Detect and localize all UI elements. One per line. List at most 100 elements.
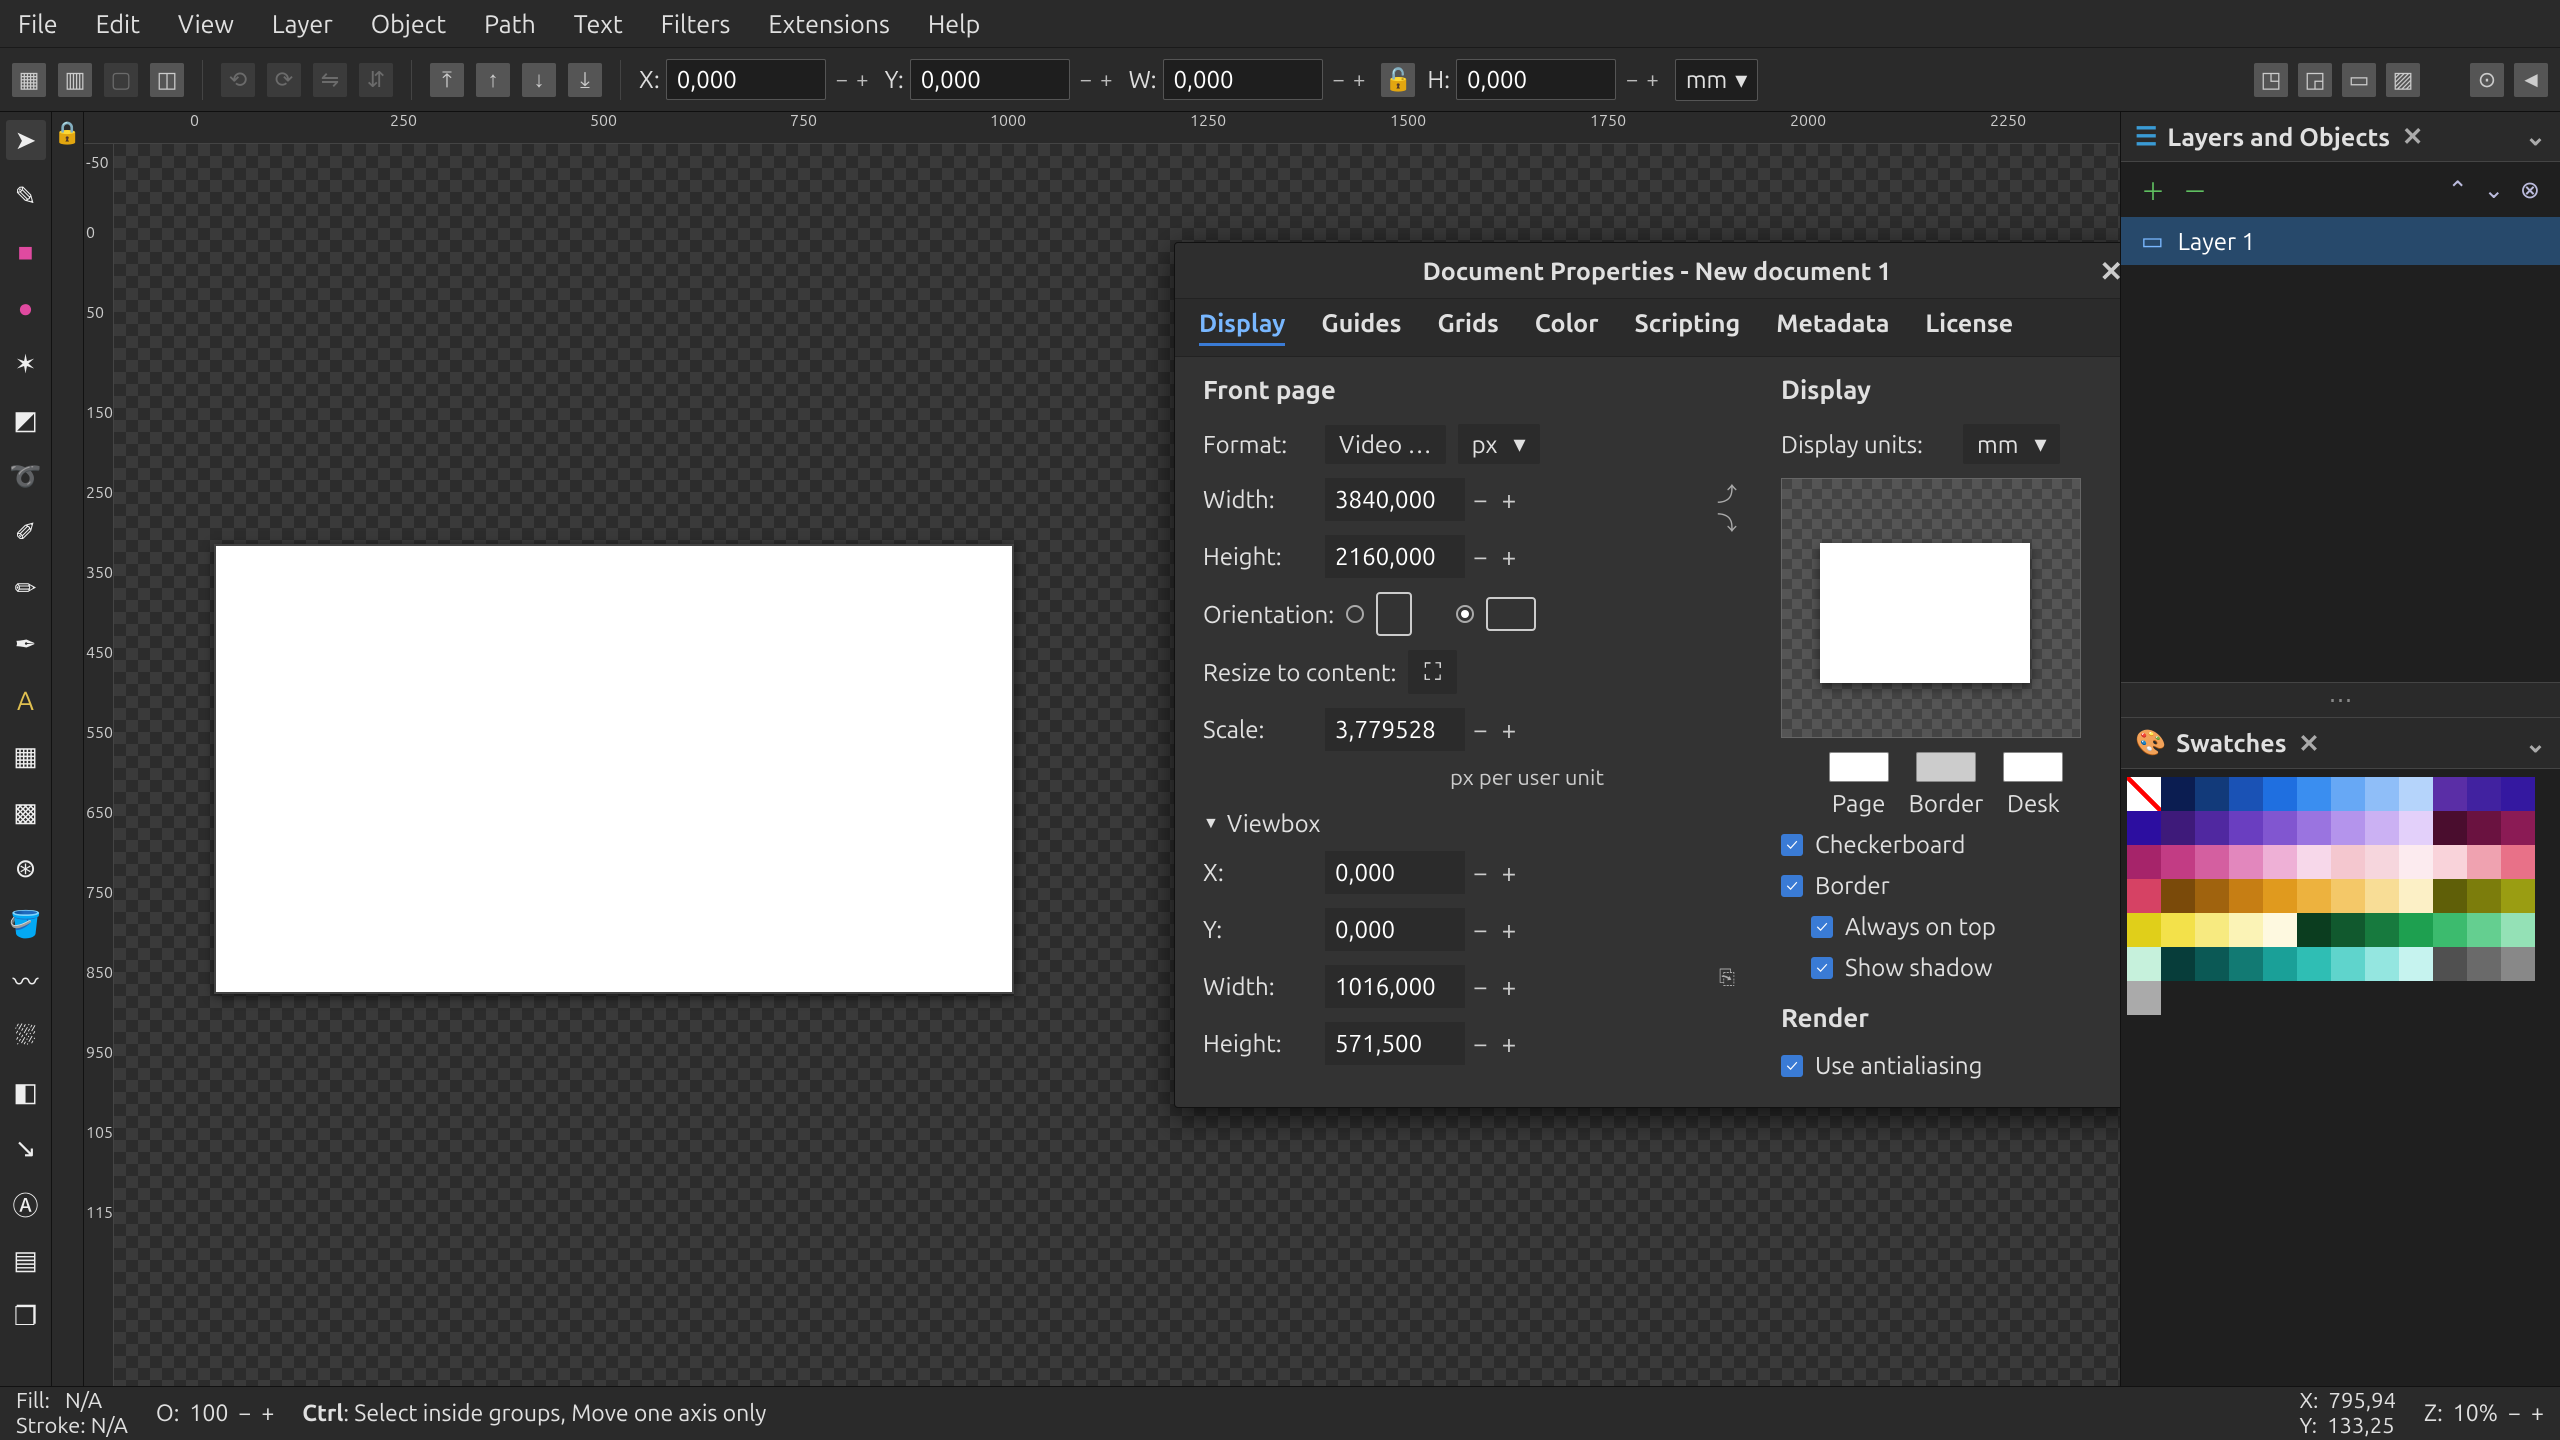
swatch[interactable] xyxy=(2331,777,2365,811)
swatch[interactable] xyxy=(2127,947,2161,981)
antialiasing-checkbox[interactable]: ✓Use antialiasing xyxy=(1781,1052,2111,1079)
swatch[interactable] xyxy=(2501,777,2535,811)
swatch[interactable] xyxy=(2399,913,2433,947)
flip-v-icon[interactable]: ⇵ xyxy=(359,63,393,97)
swatch[interactable] xyxy=(2161,777,2195,811)
swatch[interactable] xyxy=(2365,777,2399,811)
swatch[interactable] xyxy=(2127,811,2161,845)
swatch[interactable] xyxy=(2501,845,2535,879)
swatch[interactable] xyxy=(2161,879,2195,913)
h-inc[interactable]: + xyxy=(1642,67,1662,92)
node-tool[interactable]: ✎ xyxy=(6,176,46,216)
y-inc[interactable]: + xyxy=(1096,67,1116,92)
swatch[interactable] xyxy=(2433,777,2467,811)
resize-to-content-button[interactable]: ⛶ xyxy=(1408,650,1457,694)
y-dec[interactable]: − xyxy=(1076,67,1096,92)
swatch[interactable] xyxy=(2127,879,2161,913)
zoom-out[interactable]: − xyxy=(2508,1401,2521,1426)
vb-x-input[interactable] xyxy=(1325,851,1465,894)
swatch[interactable] xyxy=(2297,947,2331,981)
border-checkbox[interactable]: ✓Border xyxy=(1781,872,2111,899)
swatch[interactable] xyxy=(2501,811,2535,845)
swatch[interactable] xyxy=(2161,913,2195,947)
swatch[interactable] xyxy=(2365,811,2399,845)
swatch[interactable] xyxy=(2195,913,2229,947)
always-on-top-checkbox[interactable]: ✓Always on top xyxy=(1781,913,2111,940)
x-dec[interactable]: − xyxy=(832,67,852,92)
spray-tool[interactable]: ⛆ xyxy=(6,1016,46,1056)
scale-dec[interactable]: − xyxy=(1473,715,1488,744)
swatch[interactable] xyxy=(2263,811,2297,845)
swatches-panel-chevron-icon[interactable]: ⌄ xyxy=(2525,729,2546,758)
ellipse-tool[interactable]: ● xyxy=(6,288,46,328)
layer-row[interactable]: ▭ Layer 1 xyxy=(2121,217,2560,265)
lower-bottom-icon[interactable]: ⤓ xyxy=(568,63,602,97)
swatch[interactable] xyxy=(2297,913,2331,947)
rotate-ccw-icon[interactable]: ⟲ xyxy=(221,63,255,97)
flip-h-icon[interactable]: ⇋ xyxy=(313,63,347,97)
vb-h-input[interactable] xyxy=(1325,1022,1465,1065)
swatch[interactable] xyxy=(2399,845,2433,879)
swatch[interactable] xyxy=(2297,845,2331,879)
pages-tool[interactable]: ❐ xyxy=(6,1296,46,1336)
page-size-link-icon[interactable]: ⤴⤵ xyxy=(1713,478,1741,536)
transform-pattern-icon[interactable]: ▨ xyxy=(2386,63,2420,97)
raise-top-icon[interactable]: ⤒ xyxy=(430,63,464,97)
swatch-none[interactable] xyxy=(2127,777,2161,811)
vertical-ruler[interactable]: -500501502503504505506507508509501050115… xyxy=(84,144,114,1386)
menu-view[interactable]: View xyxy=(178,10,234,38)
swatches-panel-close-icon[interactable]: ✕ xyxy=(2299,729,2320,758)
gradient-tool[interactable]: ▦ xyxy=(6,736,46,776)
bezier-tool[interactable]: ✐ xyxy=(6,512,46,552)
swatch[interactable] xyxy=(2501,913,2535,947)
tab-scripting[interactable]: Scripting xyxy=(1635,309,1741,346)
swatch[interactable] xyxy=(2161,947,2195,981)
page-color-swatch[interactable] xyxy=(1829,752,1889,782)
swatch[interactable] xyxy=(2433,913,2467,947)
dialog-title-bar[interactable]: Document Properties - New document 1 ✕ xyxy=(1175,243,2120,299)
swatch[interactable] xyxy=(2467,845,2501,879)
layer-settings-icon[interactable]: ⊗ xyxy=(2520,176,2540,204)
swatch[interactable] xyxy=(2229,879,2263,913)
vb-h-inc[interactable]: + xyxy=(1502,1029,1517,1058)
page-height-dec[interactable]: − xyxy=(1473,542,1488,571)
selector-tool[interactable]: ➤ xyxy=(6,120,46,160)
page-height-input[interactable] xyxy=(1325,535,1465,578)
swatch[interactable] xyxy=(2467,777,2501,811)
x-input[interactable] xyxy=(666,59,826,100)
swatch[interactable] xyxy=(2501,879,2535,913)
spiral-tool[interactable]: ➰ xyxy=(6,456,46,496)
swatch[interactable] xyxy=(2263,845,2297,879)
h-input[interactable] xyxy=(1456,59,1616,100)
swatch[interactable] xyxy=(2467,811,2501,845)
tab-display[interactable]: Display xyxy=(1199,309,1285,346)
vb-x-dec[interactable]: − xyxy=(1473,858,1488,887)
swatch[interactable] xyxy=(2229,777,2263,811)
lpe-tool[interactable]: Ⓐ xyxy=(6,1184,46,1224)
collapse-all-icon[interactable]: ⌄ xyxy=(2484,176,2504,204)
measure-tool[interactable]: ▤ xyxy=(6,1240,46,1280)
raise-icon[interactable]: ↑ xyxy=(476,63,510,97)
panel-splitter[interactable]: ⋯ xyxy=(2121,682,2560,718)
opacity-dec[interactable]: − xyxy=(238,1401,251,1426)
select-all-layers-icon[interactable]: ▦ xyxy=(12,63,46,97)
expand-all-icon[interactable]: ⌃ xyxy=(2448,176,2468,204)
swatch[interactable] xyxy=(2433,879,2467,913)
vb-w-input[interactable] xyxy=(1325,965,1465,1008)
tweak-tool[interactable]: 〰 xyxy=(6,960,46,1000)
add-layer-icon[interactable]: ＋ xyxy=(2141,172,2165,207)
swatch[interactable] xyxy=(2399,947,2433,981)
lock-aspect-icon[interactable]: 🔓 xyxy=(1381,63,1415,97)
w-inc[interactable]: + xyxy=(1349,67,1369,92)
menu-text[interactable]: Text xyxy=(574,10,623,38)
checkerboard-checkbox[interactable]: ✓Checkerboard xyxy=(1781,831,2111,858)
w-dec[interactable]: − xyxy=(1329,67,1349,92)
vb-h-dec[interactable]: − xyxy=(1473,1029,1488,1058)
vb-w-dec[interactable]: − xyxy=(1473,972,1488,1001)
swatch[interactable] xyxy=(2229,811,2263,845)
swatch[interactable] xyxy=(2365,947,2399,981)
swatch[interactable] xyxy=(2365,845,2399,879)
swatch[interactable] xyxy=(2297,811,2331,845)
swatch[interactable] xyxy=(2399,811,2433,845)
snap-toggle-icon[interactable]: ⊙ xyxy=(2470,63,2504,97)
